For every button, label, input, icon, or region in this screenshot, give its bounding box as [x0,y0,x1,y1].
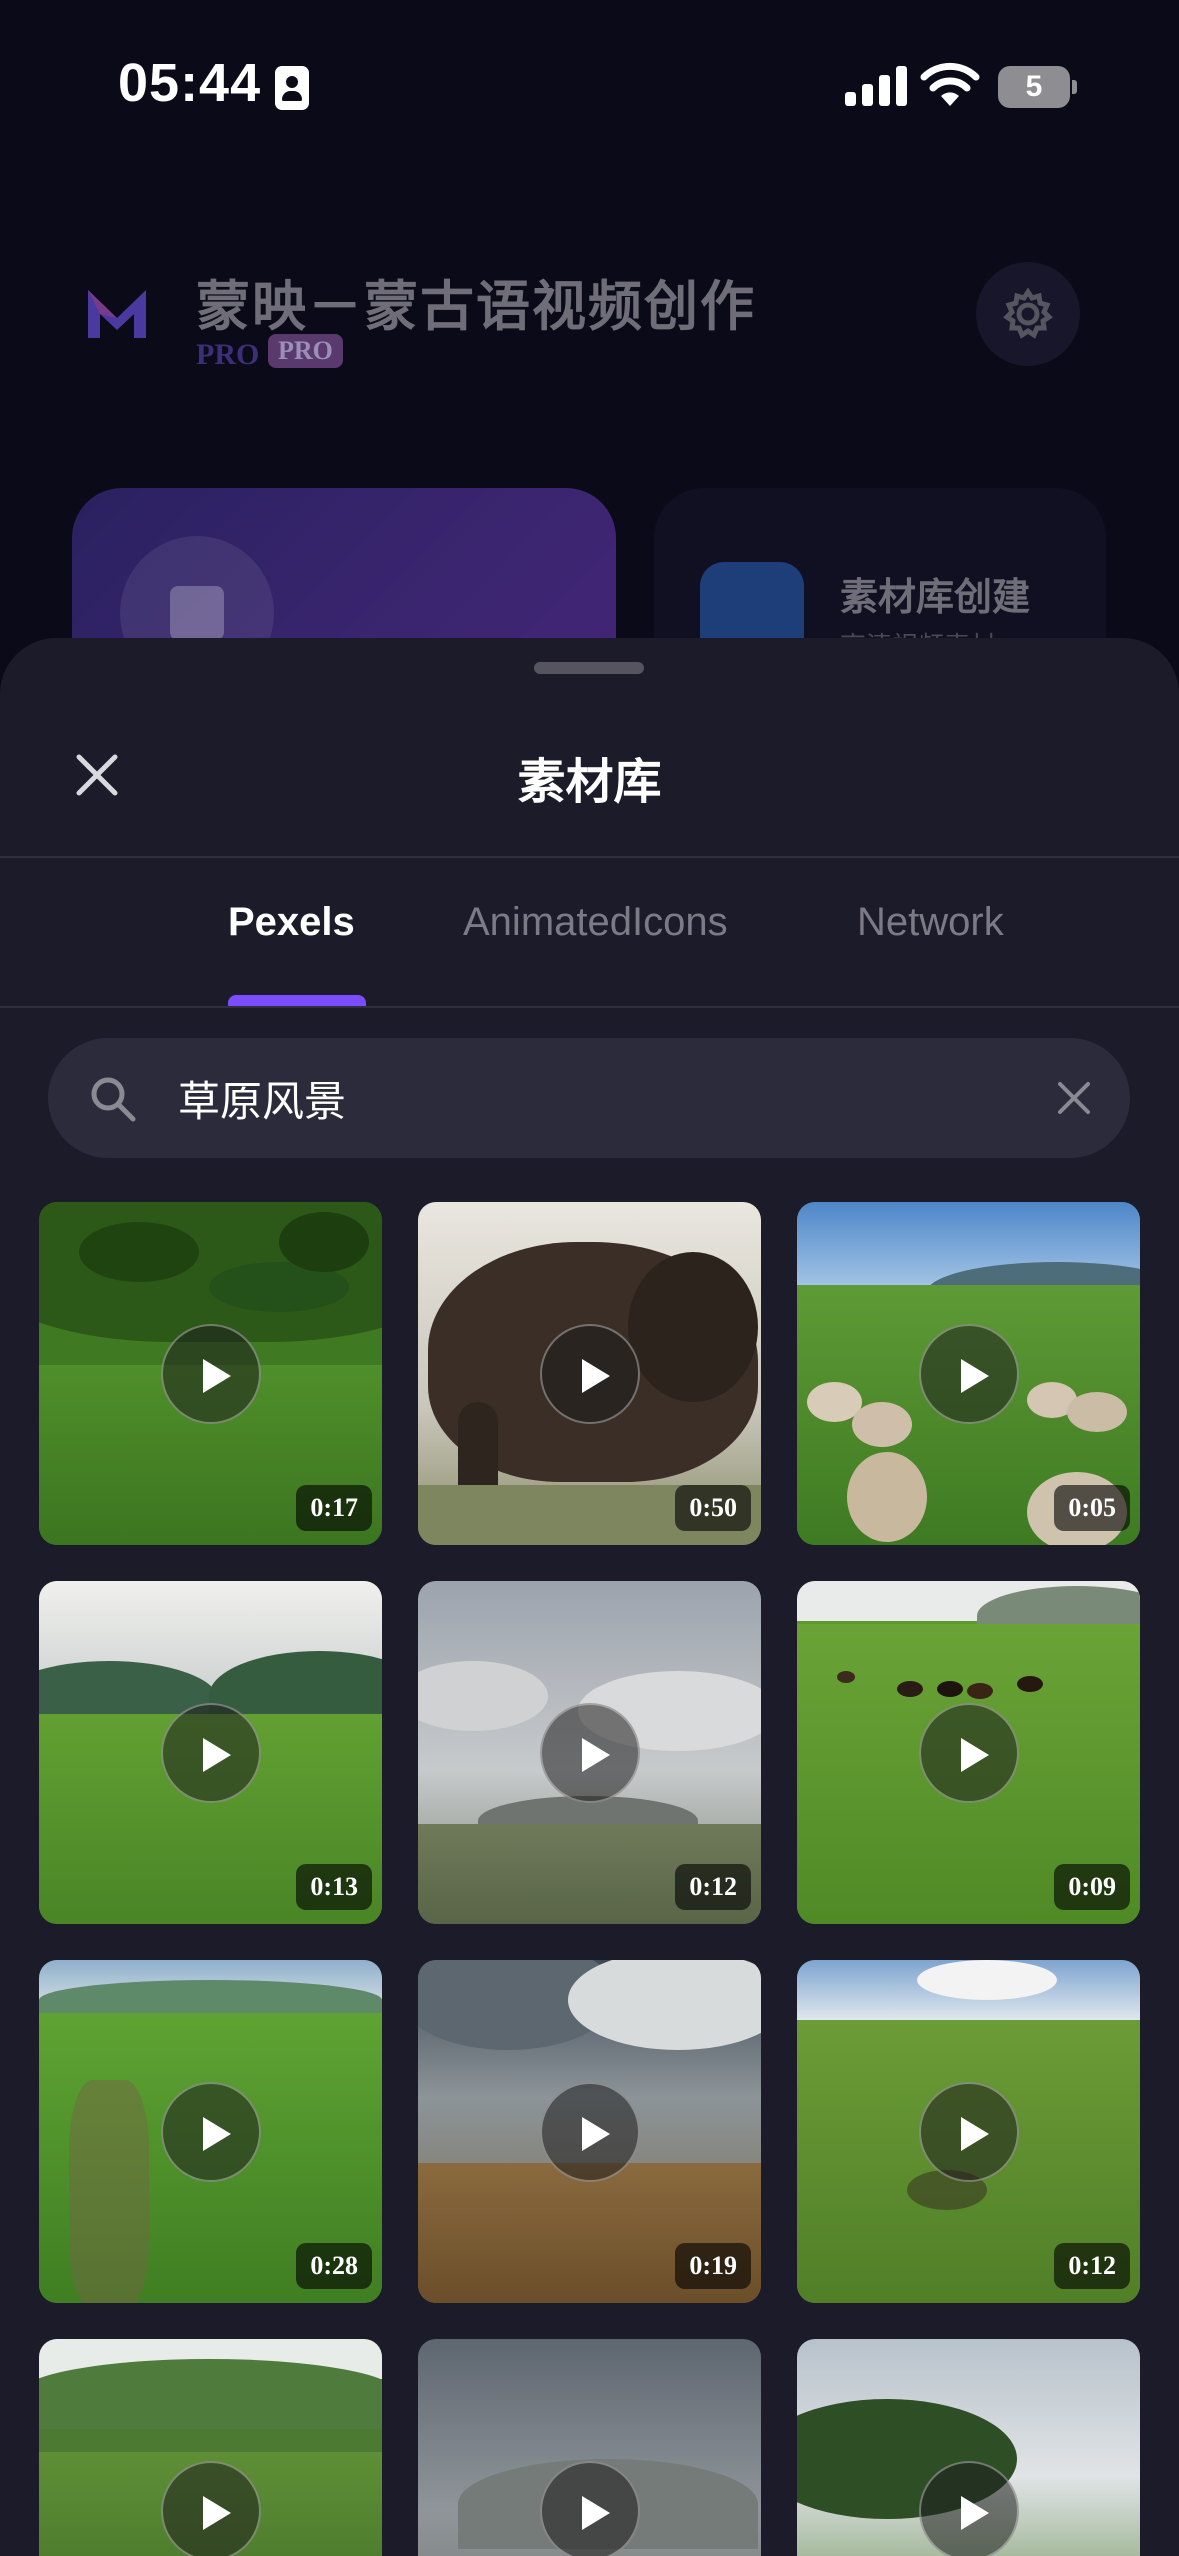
video-tile[interactable]: 0:12 [418,1581,761,1924]
video-tile[interactable]: 0:28 [39,1960,382,2303]
video-duration: 0:19 [675,2243,751,2289]
gear-icon [1003,287,1053,339]
battery-level: 5 [1025,70,1043,103]
divider [0,856,1179,858]
tab-network[interactable]: Network [857,900,1004,945]
play-icon [540,2082,640,2182]
video-duration: 0:12 [675,1864,751,1910]
video-tile[interactable]: 0:19 [418,1960,761,2303]
cellular-signal-icon [845,66,907,106]
search-bar [48,1038,1130,1158]
video-tile[interactable] [418,2339,761,2556]
video-duration: 0:05 [1054,1485,1130,1531]
play-icon [161,1703,261,1803]
app-title: 蒙映－蒙古语视频创作 [196,277,756,337]
video-duration: 0:17 [296,1485,372,1531]
video-tile[interactable] [797,2339,1140,2556]
play-icon [540,1703,640,1803]
video-tile[interactable] [39,2339,382,2556]
tab-animatedicons[interactable]: AnimatedIcons [463,900,728,945]
video-duration: 0:09 [1054,1864,1130,1910]
clear-search-icon[interactable] [1052,1076,1096,1120]
wifi-icon [920,62,980,106]
play-icon [161,2461,261,2556]
sheet-title: 素材库 [517,756,662,809]
video-duration: 0:12 [1054,2243,1130,2289]
tab-pexels[interactable]: Pexels [228,900,355,945]
play-icon [161,2082,261,2182]
play-icon [161,1324,261,1424]
material-library-card-title: 素材库创建 [840,577,1031,619]
contact-card-icon [275,66,309,110]
play-icon [540,2461,640,2556]
battery-icon: 5 [998,66,1078,108]
play-icon [540,1324,640,1424]
search-input[interactable] [178,1064,938,1132]
status-bar: 05:44 5 [0,0,1179,175]
pro-badge: PRO [268,334,343,368]
video-tile[interactable]: 0:17 [39,1202,382,1545]
video-duration: 0:28 [296,2243,372,2289]
video-tile[interactable]: 0:09 [797,1581,1140,1924]
play-icon [919,2082,1019,2182]
settings-button[interactable] [976,262,1080,366]
status-time: 05:44 [118,53,262,113]
search-icon [91,1077,136,1122]
divider [0,1006,1179,1008]
video-tile[interactable]: 0:50 [418,1202,761,1545]
video-tile[interactable]: 0:05 [797,1202,1140,1545]
play-icon [919,1324,1019,1424]
sheet-grabber[interactable] [534,662,644,674]
video-tile[interactable]: 0:12 [797,1960,1140,2303]
play-icon [919,1703,1019,1803]
video-duration: 0:13 [296,1864,372,1910]
play-icon [919,2461,1019,2556]
material-library-sheet: 素材库 Pexels AnimatedIcons Network 草原风景 0:… [0,638,1179,2556]
video-duration: 0:50 [675,1485,751,1531]
app-logo-icon [82,268,152,358]
pro-label: PRO [196,338,260,371]
screen: 蒙映－蒙古语视频创作 PRO PRO 素材库创建 高清视频素材 05:44 [0,0,1179,2556]
video-tile[interactable]: 0:13 [39,1581,382,1924]
